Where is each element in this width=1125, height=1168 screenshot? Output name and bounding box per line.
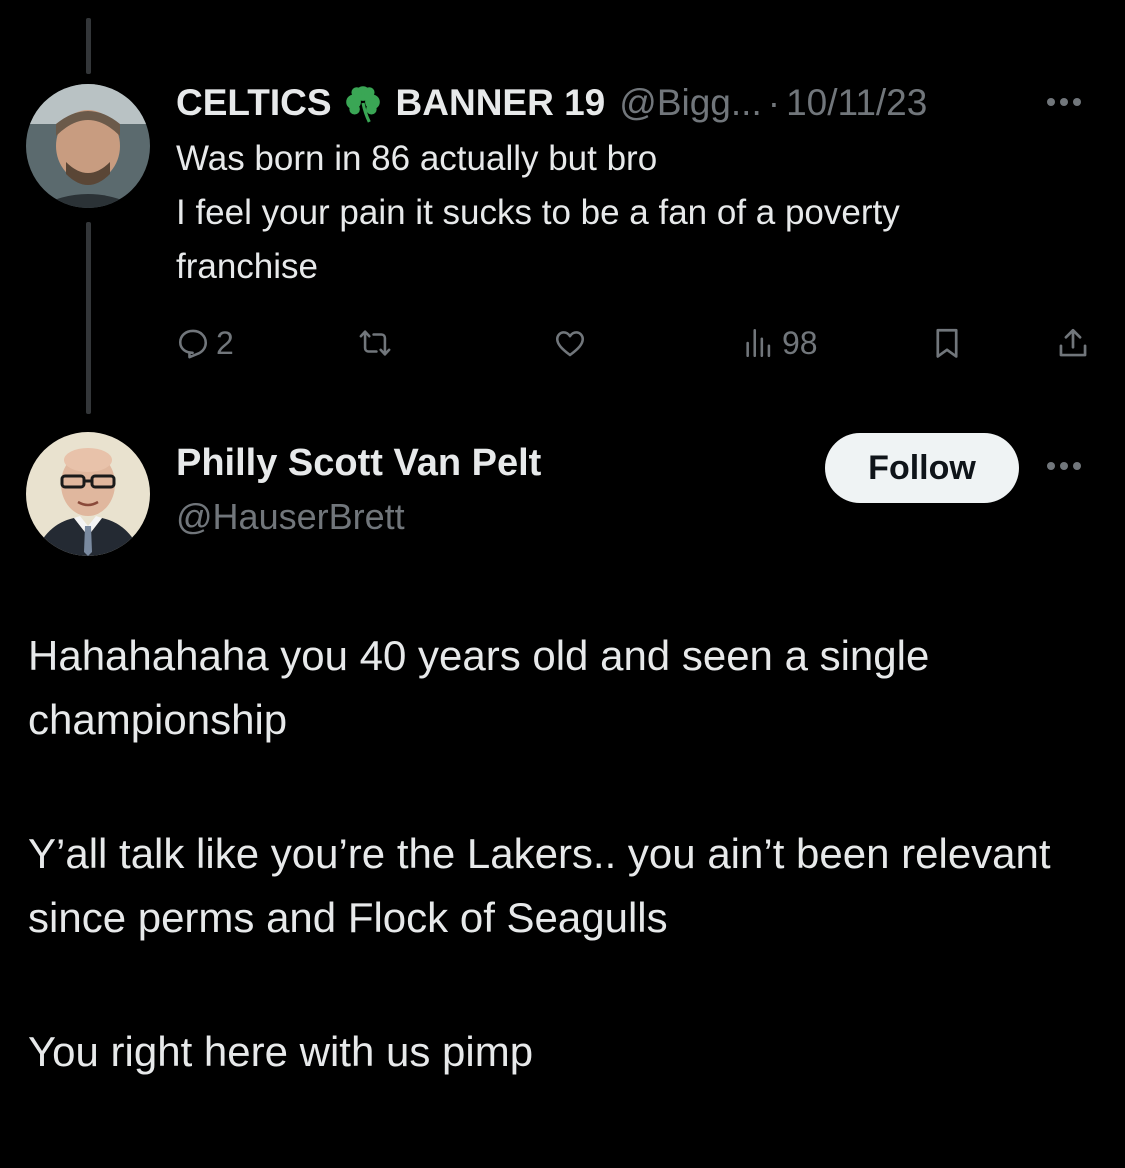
views-button[interactable]: 98	[742, 318, 818, 368]
reply-display-name[interactable]: CELTICS BANNER 19	[176, 82, 605, 124]
avatar-photo	[26, 84, 150, 208]
display-name-part2: BANNER 19	[395, 82, 606, 123]
views-count: 98	[782, 324, 818, 361]
reply-author-avatar[interactable]	[26, 84, 150, 208]
reply-count: 2	[216, 324, 234, 361]
main-display-name[interactable]: Philly Scott Van Pelt	[176, 442, 541, 485]
reply-handle[interactable]: @Bigg...	[619, 82, 761, 124]
comment-icon	[178, 329, 208, 359]
main-author-avatar[interactable]	[26, 432, 150, 556]
reply-tweet-header: CELTICS BANNER 19 @Bigg... · 10/11/23	[176, 78, 927, 128]
tweet-paragraph: Y’all talk like you’re the Lakers.. you …	[28, 830, 1051, 941]
tweet-paragraph: You right here with us pimp	[28, 1028, 534, 1075]
thread-connector-line	[86, 222, 91, 414]
follow-button[interactable]: Follow	[825, 433, 1019, 503]
bookmark-icon	[936, 328, 958, 358]
heart-icon	[555, 331, 585, 357]
reply-action-bar: 2 98	[176, 318, 1096, 368]
reply-text-line: Was born in 86 actually but bro	[176, 139, 658, 178]
display-name-part1: CELTICS	[176, 82, 332, 123]
more-options-icon[interactable]	[1047, 462, 1081, 470]
tweet-paragraph: Hahahahaha you 40 years old and seen a s…	[28, 632, 930, 743]
reply-timestamp[interactable]: 10/11/23	[786, 82, 927, 124]
shamrock-icon	[345, 86, 380, 123]
main-tweet-text: Hahahahaha you 40 years old and seen a s…	[28, 624, 1098, 1084]
separator-dot: ·	[767, 82, 781, 123]
bookmark-button[interactable]	[930, 318, 964, 368]
more-options-icon[interactable]	[1047, 98, 1081, 106]
main-handle[interactable]: @HauserBrett	[176, 496, 405, 538]
reply-text-line: I feel your pain it sucks to be a fan of…	[176, 193, 900, 232]
views-chart-icon	[746, 328, 771, 358]
reply-button[interactable]: 2	[176, 318, 234, 368]
like-button[interactable]	[552, 318, 594, 368]
reply-text-line: franchise	[176, 247, 319, 286]
share-icon	[1059, 328, 1087, 357]
share-button[interactable]	[1056, 318, 1090, 368]
reply-tweet-text: Was born in 86 actually but bro I feel y…	[176, 132, 1086, 294]
retweet-button[interactable]	[358, 318, 398, 368]
retweet-icon	[359, 330, 391, 356]
avatar-photo	[26, 432, 150, 556]
thread-connector-line	[86, 18, 91, 74]
